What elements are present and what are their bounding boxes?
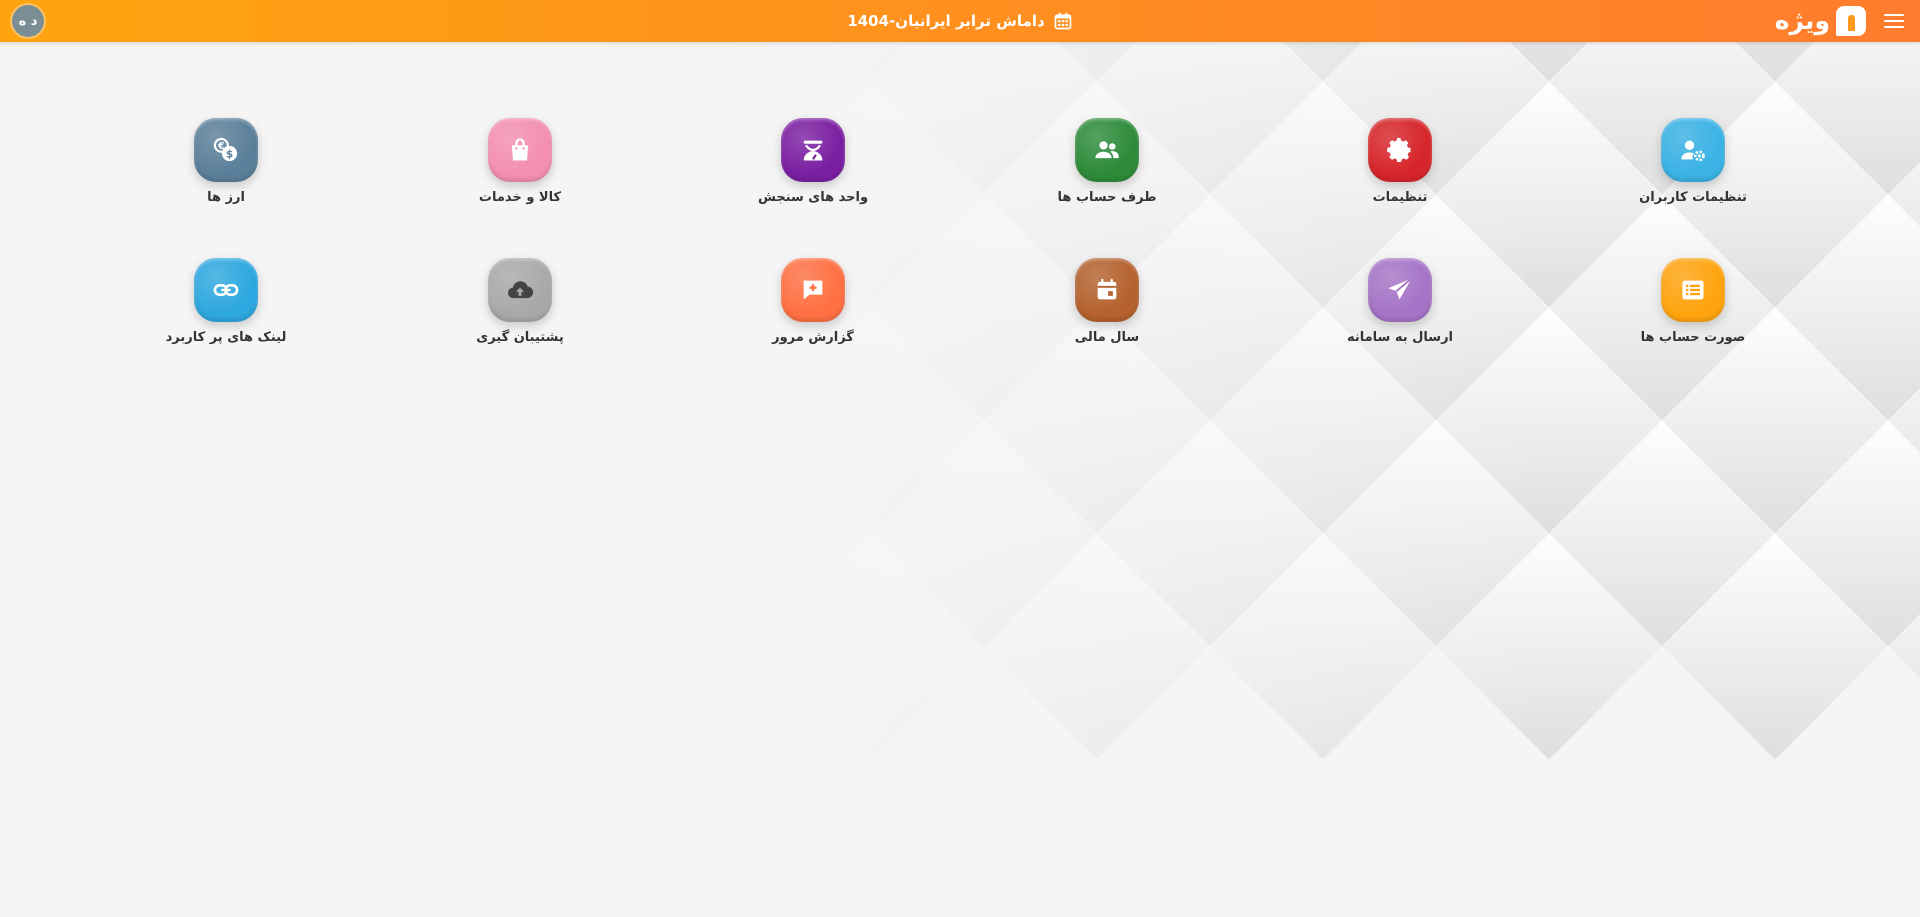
tile-icon-box [1075, 118, 1139, 182]
tile-label: پشتیبان گیری [476, 330, 564, 345]
tile-label: گزارش مرور [772, 330, 854, 345]
tile-backup[interactable]: پشتیبان گیری [440, 258, 600, 345]
tile-label: صورت حساب ها [1640, 330, 1746, 345]
tile-icon-box [1075, 258, 1139, 322]
tile-label: ارز ها [207, 190, 245, 205]
link-icon [213, 284, 239, 296]
top-bar: ویژه داماش ترابر ایرانیان-1404 د ه [0, 0, 1920, 42]
user-avatar[interactable]: د ه [12, 5, 44, 37]
scale-icon [803, 140, 823, 161]
tile-review-report[interactable]: گزارش مرور [733, 258, 893, 345]
tile-label: سال مالی [1074, 330, 1140, 345]
tile-icon-box [1661, 258, 1725, 322]
tile-label: طرف حساب ها [1057, 190, 1157, 205]
tile-icon-box [488, 258, 552, 322]
tile-icon-box [488, 118, 552, 182]
cloud-upload-icon [507, 281, 534, 299]
tile-fiscal-year[interactable]: سال مالی [1027, 258, 1187, 345]
tile-send-to-system[interactable]: ارسال به سامانه [1320, 258, 1480, 345]
avatar-initials: د ه [18, 13, 38, 29]
tile-goods-services[interactable]: کالا و خدمات [440, 118, 600, 205]
tile-invoices[interactable]: صورت حساب ها [1613, 258, 1773, 345]
report-comment-icon [803, 280, 823, 300]
tile-icon-box [1661, 118, 1725, 182]
company-title-text: داماش ترابر ایرانیان-1404 [847, 12, 1045, 30]
tile-icon-box [781, 258, 845, 322]
tile-accounts[interactable]: طرف حساب ها [1027, 118, 1187, 205]
tile-user-settings[interactable]: تنظیمات کاربران [1613, 118, 1773, 205]
tile-currencies[interactable]: € $ ارز ها [146, 118, 306, 205]
currency-coins-icon: € $ [213, 137, 238, 162]
tile-measure-units[interactable]: واحد های سنجش [733, 118, 893, 205]
calendar-icon [1054, 12, 1072, 30]
tile-icon-box [1368, 118, 1432, 182]
gear-icon [1387, 137, 1411, 163]
shopping-bag-icon [511, 138, 529, 161]
tile-label: کالا و خدمات [478, 190, 562, 205]
invoice-list-icon [1682, 280, 1704, 300]
tile-icon-box [1368, 258, 1432, 322]
tile-label: ارسال به سامانه [1346, 330, 1454, 345]
tile-icon-box: € $ [194, 118, 258, 182]
tile-icon-box [194, 258, 258, 322]
tile-settings[interactable]: تنظیمات [1320, 118, 1480, 205]
tile-label: تنظیمات کاربران [1639, 190, 1747, 205]
tile-useful-links[interactable]: لینک های پر کاربرد [146, 258, 306, 345]
calendar-icon [1097, 278, 1117, 300]
tile-label: واحد های سنجش [757, 190, 869, 205]
company-title: داماش ترابر ایرانیان-1404 [0, 0, 1920, 42]
tile-icon-box [781, 118, 845, 182]
tile-label: لینک های پر کاربرد [165, 330, 287, 345]
people-icon [1095, 141, 1119, 159]
svg-text:$: $ [226, 149, 233, 161]
tile-label: تنظیمات [1372, 190, 1428, 205]
send-plane-icon [1388, 277, 1413, 300]
user-settings-icon [1681, 140, 1705, 162]
